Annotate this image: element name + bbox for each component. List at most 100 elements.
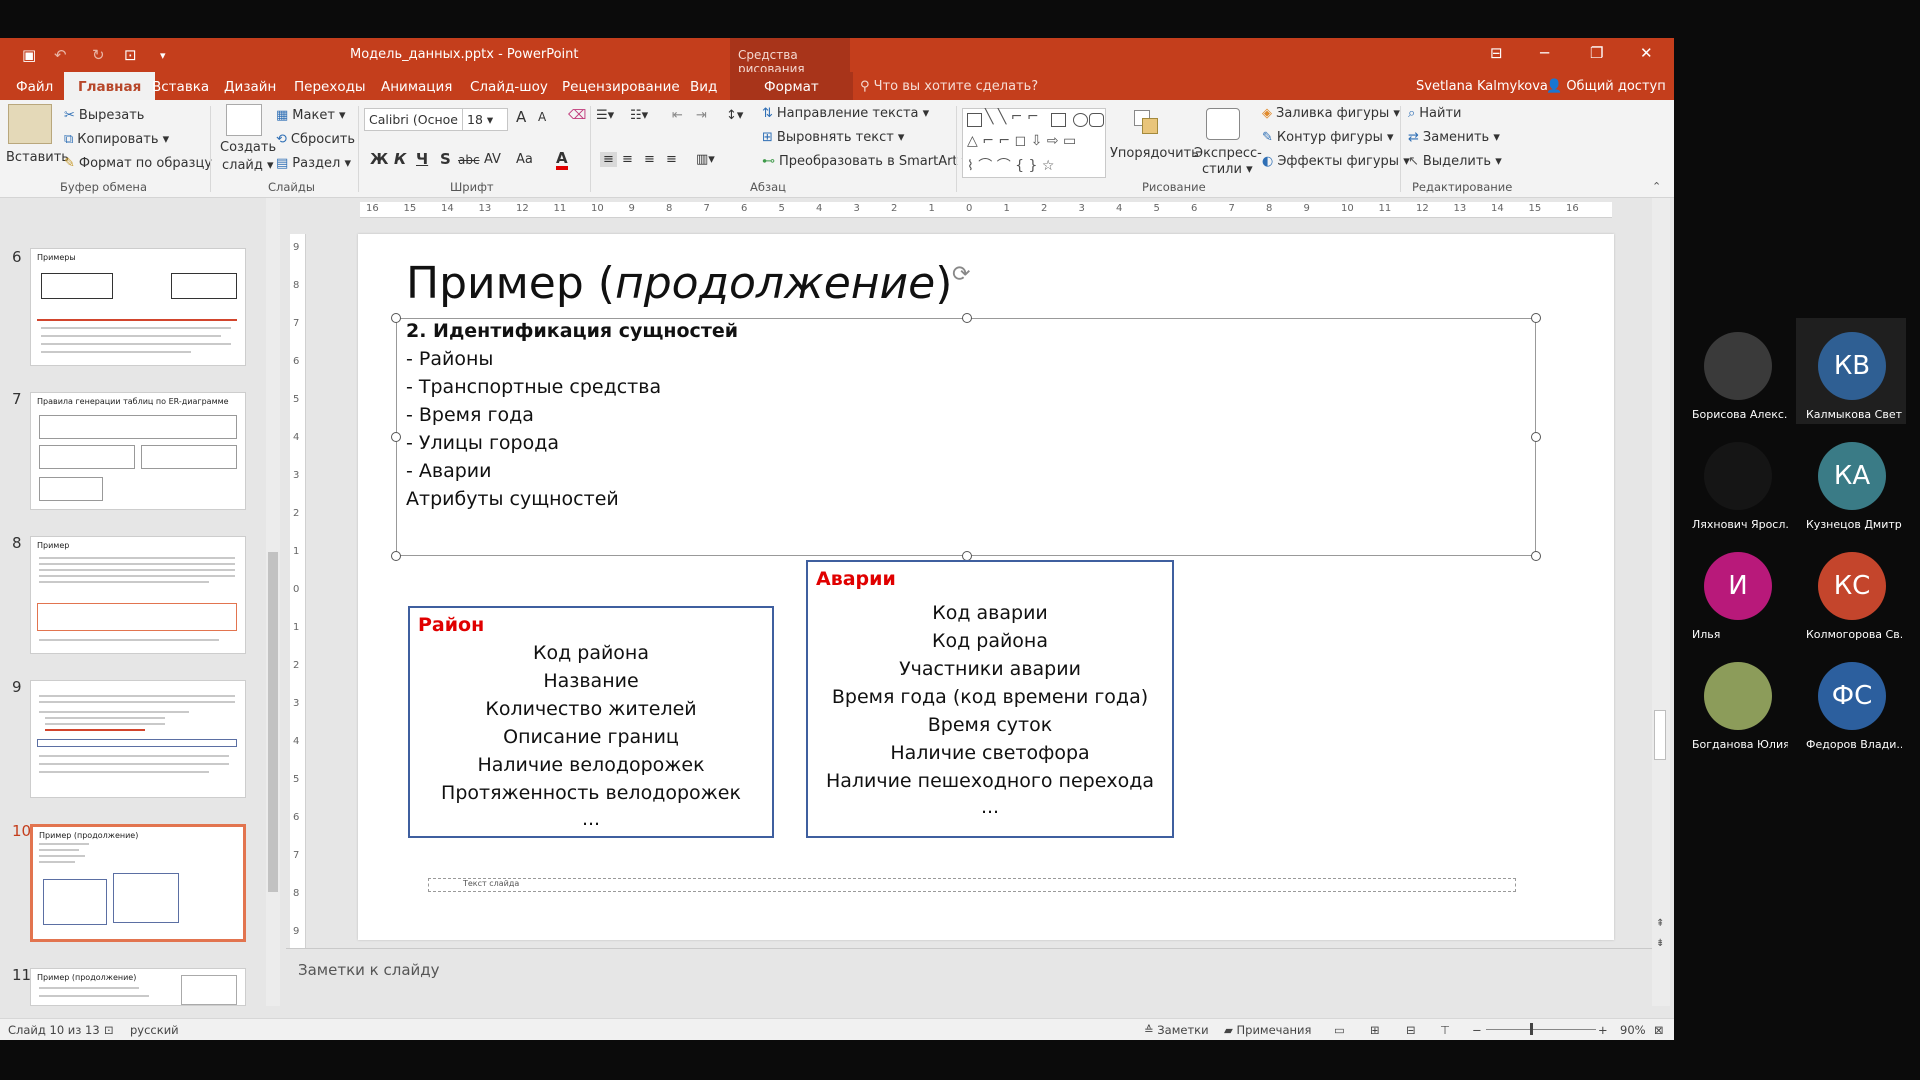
customize-qat-icon[interactable]: ▾ [160,49,166,62]
thumbnail-slide-8[interactable]: Пример [30,536,246,654]
participant-tile[interactable]: КС Колмогорова Св... [1796,538,1906,644]
resize-handle[interactable] [1531,432,1541,442]
tab-home[interactable]: Главная [64,72,156,100]
prev-slide-icon[interactable]: ⇞ [1656,918,1664,929]
change-case-button[interactable]: Aa [516,152,533,167]
align-center-icon[interactable]: ≡ [622,152,633,167]
minimize-button[interactable]: ─ [1540,44,1549,62]
paste-button[interactable]: Вставить [6,150,69,165]
resize-handle[interactable] [391,551,401,561]
numbering-icon[interactable]: ☷▾ [630,108,648,123]
reset-button[interactable]: ⟲ Сбросить [276,132,355,147]
next-slide-icon[interactable]: ⇟ [1656,938,1664,949]
resize-handle[interactable] [1531,551,1541,561]
new-slide-button[interactable]: слайд ▾ [222,158,274,173]
resize-handle[interactable] [1531,313,1541,323]
new-slide-icon[interactable] [226,104,262,136]
fit-to-window-icon[interactable]: ⊠ [1654,1023,1664,1037]
collapse-ribbon-icon[interactable]: ⌃ [1652,180,1661,193]
participant-tile[interactable]: КА Кузнецов Дмитр... [1796,428,1906,534]
bullets-icon[interactable]: ☰▾ [596,108,614,123]
spellcheck-icon[interactable]: ⊡ [104,1023,114,1037]
close-button[interactable]: ✕ [1640,44,1653,62]
share-button[interactable]: 👤 Общий доступ [1546,79,1666,94]
tab-format[interactable]: Формат [730,72,853,100]
participant-tile[interactable]: Богданова Юлия... [1682,648,1792,754]
align-left-icon[interactable]: ≡ [600,152,617,167]
notes-pane[interactable]: Заметки к слайду [286,948,1652,1006]
shapes-gallery[interactable]: ╲ ╲ ⌐ ⌐ △ ⌐ ⌐ ◻ ⇩ ⇨ ▭ ⌇ ⌒ ⌒ { } ☆ [962,108,1106,178]
zoom-in-icon[interactable]: + [1598,1023,1608,1037]
quick-styles-icon[interactable] [1206,108,1240,140]
align-text-button[interactable]: ⊞ Выровнять текст ▾ [762,130,904,145]
thumbnail-slide-6[interactable]: Примеры [30,248,246,366]
select-button[interactable]: ↖ Выделить ▾ [1408,154,1502,169]
copy-button[interactable]: ⧉ Копировать ▾ [64,132,169,147]
shape-effects-button[interactable]: ◐ Эффекты фигуры ▾ [1262,154,1410,169]
ribbon-display-icon[interactable]: ⊟ [1490,44,1503,62]
arrange-icon[interactable] [1130,108,1166,140]
resize-handle[interactable] [391,313,401,323]
section-button[interactable]: ▤ Раздел ▾ [276,156,351,171]
entity-box-accidents[interactable]: Аварии Код аварии Код района Участники а… [806,560,1174,838]
rotate-handle-icon[interactable]: ⟳ [952,262,970,287]
thumbnail-slide-7[interactable]: Правила генерации таблиц по ER-диаграмме [30,392,246,510]
rectangle-shape-icon[interactable] [1051,113,1066,127]
line-shapes-icon[interactable]: ╲ ╲ ⌐ ⌐ [985,109,1039,125]
thumbnail-slide-10[interactable]: Пример (продолжение) [30,824,246,942]
shadow-button[interactable]: S [440,150,451,168]
new-slide-label-1[interactable]: Создать [220,140,276,155]
language-indicator[interactable]: русский [130,1023,179,1037]
shape-outline-button[interactable]: ✎ Контур фигуры ▾ [1262,130,1394,145]
arrange-button[interactable]: Упорядочить [1110,146,1199,161]
tab-file[interactable]: Файл [16,79,53,95]
textbox-shape-icon[interactable] [967,113,982,127]
redo-icon[interactable]: ↻ [92,46,105,64]
normal-view-icon[interactable]: ▭ [1334,1023,1345,1037]
rounded-rect-shape-icon[interactable] [1089,113,1104,127]
char-spacing-button[interactable]: AV [484,152,501,167]
font-size-select[interactable]: 18 ▾ [462,108,508,131]
slide-footer-placeholder[interactable]: Текст слайда [428,878,1516,892]
zoom-level[interactable]: 90% [1620,1023,1646,1037]
entity-box-district[interactable]: Район Код района Название Количество жит… [408,606,774,838]
zoom-slider-thumb[interactable] [1530,1023,1533,1035]
slide-canvas[interactable]: Пример (продолжение) ⟳ 2. Идентификация … [358,234,1614,940]
format-painter-button[interactable]: ✎ Формат по образцу [64,156,212,171]
participant-tile[interactable]: Борисова Алекс... [1682,318,1792,424]
line-spacing-icon[interactable]: ↕▾ [726,108,743,123]
grow-font-icon[interactable]: A [516,108,526,126]
font-color-button[interactable]: A [556,150,568,170]
align-right-icon[interactable]: ≡ [644,152,655,167]
participant-tile[interactable]: Ляхнович Яросл... [1682,428,1792,534]
tab-insert[interactable]: Вставка [152,79,209,95]
clear-format-icon[interactable]: ⌫ [568,108,586,123]
participant-tile[interactable]: КВ Калмыкова Свет... [1796,318,1906,424]
shrink-font-icon[interactable]: A [538,110,546,124]
increase-indent-icon[interactable]: ⇥ [696,108,707,123]
undo-icon[interactable]: ↶ [54,46,67,64]
maximize-button[interactable]: ❐ [1590,44,1603,62]
tab-animations[interactable]: Анимация [381,79,452,95]
columns-icon[interactable]: ▥▾ [696,152,715,167]
tab-slideshow[interactable]: Слайд-шоу [470,79,548,95]
thumbnail-slide-9[interactable] [30,680,246,798]
resize-handle[interactable] [962,313,972,323]
participant-tile[interactable]: ФС Федоров Влади... [1796,648,1906,754]
resize-handle[interactable] [391,432,401,442]
participant-tile[interactable]: И Илья [1682,538,1792,644]
content-placeholder[interactable] [391,313,1541,561]
quick-styles-label-1[interactable]: Экспресс- [1194,146,1262,161]
tell-me-search[interactable]: ⚲ Что вы хотите сделать? [860,79,1038,94]
tab-design[interactable]: Дизайн [224,79,276,95]
shape-fill-button[interactable]: ◈ Заливка фигуры ▾ [1262,106,1400,121]
italic-button[interactable]: К [394,150,406,168]
tab-view[interactable]: Вид [690,79,717,95]
tab-review[interactable]: Рецензирование [562,79,680,95]
paste-icon[interactable] [8,104,52,144]
triangle-shapes-icon[interactable]: △ ⌐ ⌐ ◻ ⇩ ⇨ ▭ [967,133,1076,149]
smartart-button[interactable]: ⊷Преобразовать в SmartArt ▾ [762,154,968,169]
bold-button[interactable]: Ж [370,150,388,168]
slideshow-view-icon[interactable]: ⊤ [1440,1023,1450,1037]
decrease-indent-icon[interactable]: ⇤ [672,108,683,123]
